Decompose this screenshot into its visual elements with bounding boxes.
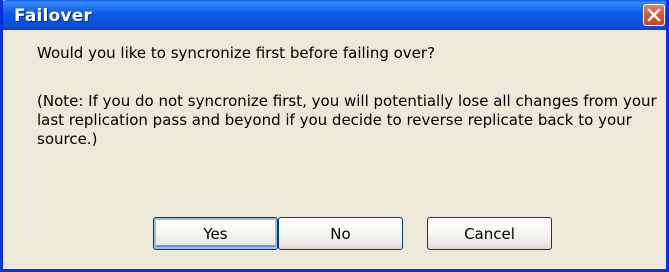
close-icon (647, 8, 661, 22)
dialog-note: (Note: If you do not syncronize first, y… (37, 92, 657, 148)
yes-button[interactable]: Yes (153, 217, 278, 250)
dialog-title: Failover (14, 6, 93, 26)
failover-dialog: Failover Would you like to syncronize fi… (0, 0, 669, 272)
cancel-button[interactable]: Cancel (427, 217, 552, 250)
no-button[interactable]: No (278, 217, 403, 250)
title-bar[interactable]: Failover (3, 0, 666, 30)
dialog-message: Would you like to syncronize first befor… (37, 44, 436, 62)
close-button[interactable] (643, 4, 665, 26)
